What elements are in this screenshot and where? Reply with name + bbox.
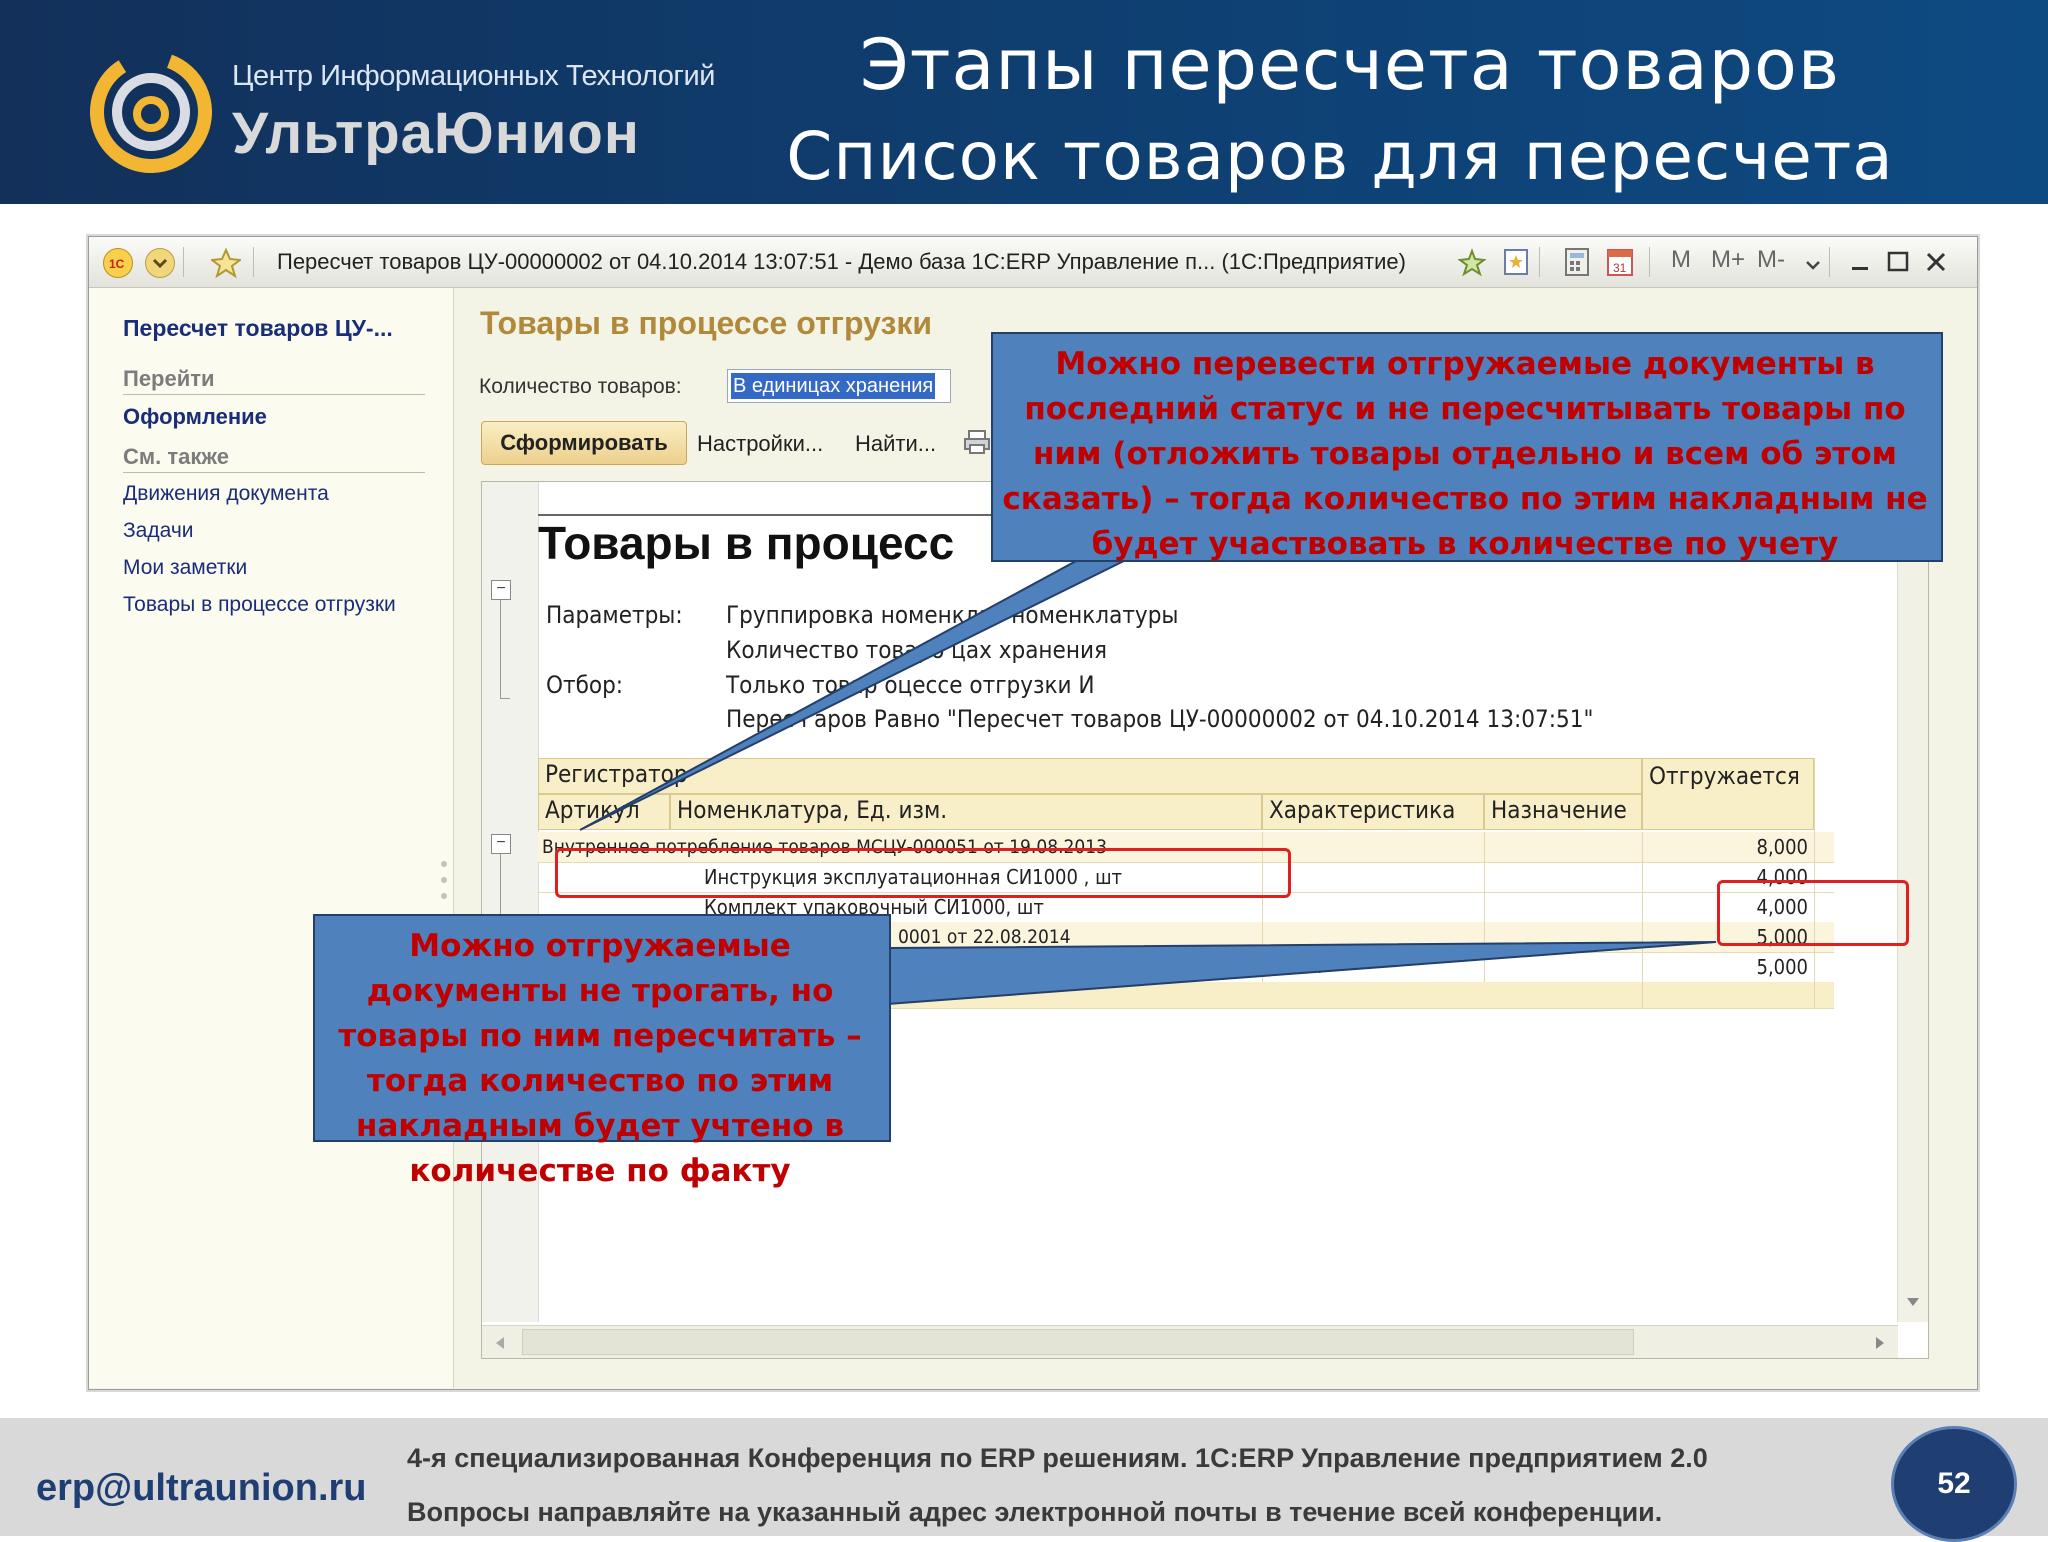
conference-title: 4-я специализированная Конференция по ER… (407, 1443, 1708, 1473)
bottom-callout-pointer (887, 941, 1717, 1006)
page-number: 52 (1891, 1426, 2017, 1542)
highlight-shipping-value (1717, 880, 1909, 946)
contact-email[interactable]: erp@ultraunion.ru (36, 1467, 367, 1510)
callout-bottom-text: Можно отгружаемые документы не трогать, … (338, 928, 862, 1189)
top-callout-pointer (579, 547, 1151, 831)
conference-note: Вопросы направляйте на указанный адрес э… (407, 1497, 1663, 1527)
callout-pointers (579, 547, 1717, 1006)
callout-top-text: Можно перевести отгружаемые документы в … (1002, 346, 1928, 562)
highlight-nomenclature-row (555, 848, 1291, 898)
